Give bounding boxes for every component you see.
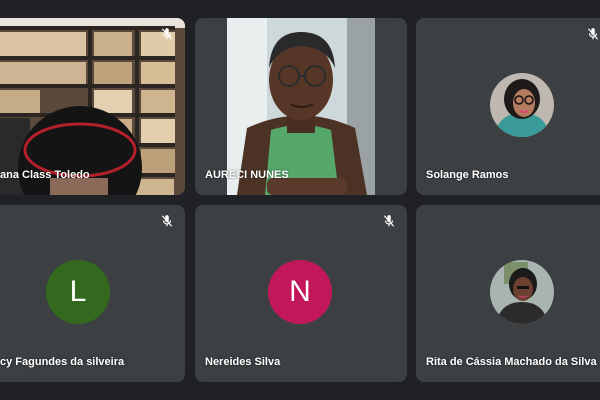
participant-tile-1[interactable]: ana Class Toledo bbox=[0, 18, 185, 195]
participant-name: Nereides Silva bbox=[205, 356, 281, 368]
participant-tile-5[interactable]: N Nereides Silva bbox=[195, 205, 407, 382]
mic-off-icon bbox=[383, 215, 395, 227]
avatar bbox=[490, 260, 554, 324]
participant-tile-2[interactable]: AURECI NUNES bbox=[195, 18, 407, 195]
mic-off-icon bbox=[161, 28, 173, 40]
mic-off-icon bbox=[587, 28, 599, 40]
participant-name: Solange Ramos bbox=[426, 169, 509, 181]
avatar: N bbox=[268, 260, 332, 324]
participant-tile-6[interactable]: Rita de Cássia Machado da Silva bbox=[416, 205, 600, 382]
mic-off-icon bbox=[161, 215, 173, 227]
participant-name: ana Class Toledo bbox=[0, 169, 90, 181]
participant-name: AURECI NUNES bbox=[205, 169, 289, 181]
participant-name: cy Fagundes da silveira bbox=[0, 356, 125, 368]
participant-tile-4[interactable]: L cy Fagundes da silveira bbox=[0, 205, 185, 382]
avatar: L bbox=[46, 260, 110, 324]
meeting-grid: ana Class Toledo AURECI NUNES Solange Ra… bbox=[0, 0, 600, 400]
participant-name: Rita de Cássia Machado da Silva bbox=[426, 356, 597, 368]
participant-tile-3[interactable]: Solange Ramos bbox=[416, 18, 600, 195]
avatar bbox=[490, 73, 554, 137]
